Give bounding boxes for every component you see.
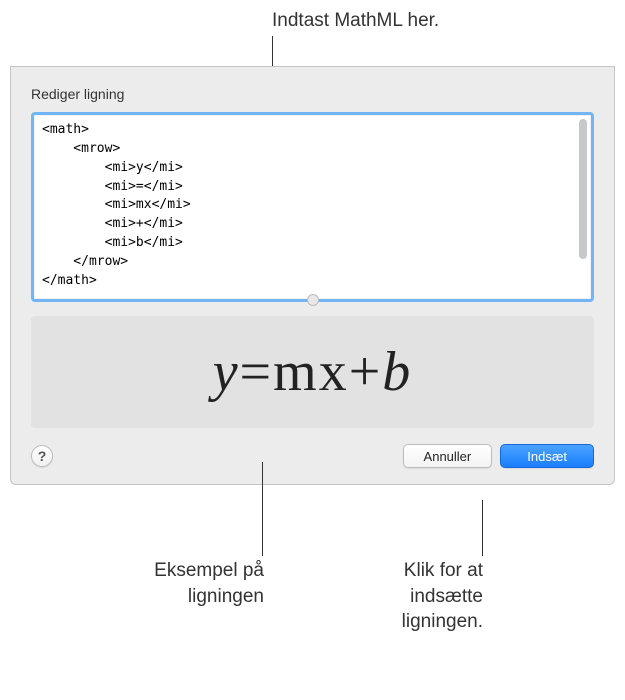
dialog-button-row: ? Annuller Indsæt — [31, 444, 594, 468]
mathml-code-content[interactable]: <math> <mrow> <mi>y</mi> <mi>=</mi> <mi>… — [34, 115, 591, 297]
equation-editor-dialog: Rediger ligning <math> <mrow> <mi>y</mi>… — [10, 66, 615, 485]
preview-mx: mx — [273, 341, 349, 403]
annotation-bottom-right-text: Klik for at indsætte ligningen. — [343, 558, 483, 635]
leader-line-bottom-right — [482, 500, 483, 556]
preview-equals: = — [240, 341, 274, 403]
preview-b: b — [382, 341, 412, 403]
help-button[interactable]: ? — [31, 445, 53, 467]
annotation-bottom-left-text: Eksempel på ligningen — [124, 558, 264, 609]
resize-handle[interactable] — [307, 294, 319, 306]
preview-math-expression: y=mx+b — [213, 340, 413, 404]
annotation-top-text: Indtast MathML her. — [272, 10, 439, 32]
insert-button[interactable]: Indsæt — [500, 444, 594, 468]
dialog-title: Rediger ligning — [31, 86, 594, 102]
equation-preview: y=mx+b — [31, 316, 594, 428]
preview-plus: + — [349, 341, 383, 403]
preview-y: y — [213, 341, 240, 403]
cancel-button[interactable]: Annuller — [403, 444, 493, 468]
mathml-input[interactable]: <math> <mrow> <mi>y</mi> <mi>=</mi> <mi>… — [31, 112, 594, 302]
scrollbar-thumb[interactable] — [579, 119, 587, 259]
leader-line-bottom-left — [262, 462, 263, 556]
question-mark-icon: ? — [38, 448, 47, 464]
